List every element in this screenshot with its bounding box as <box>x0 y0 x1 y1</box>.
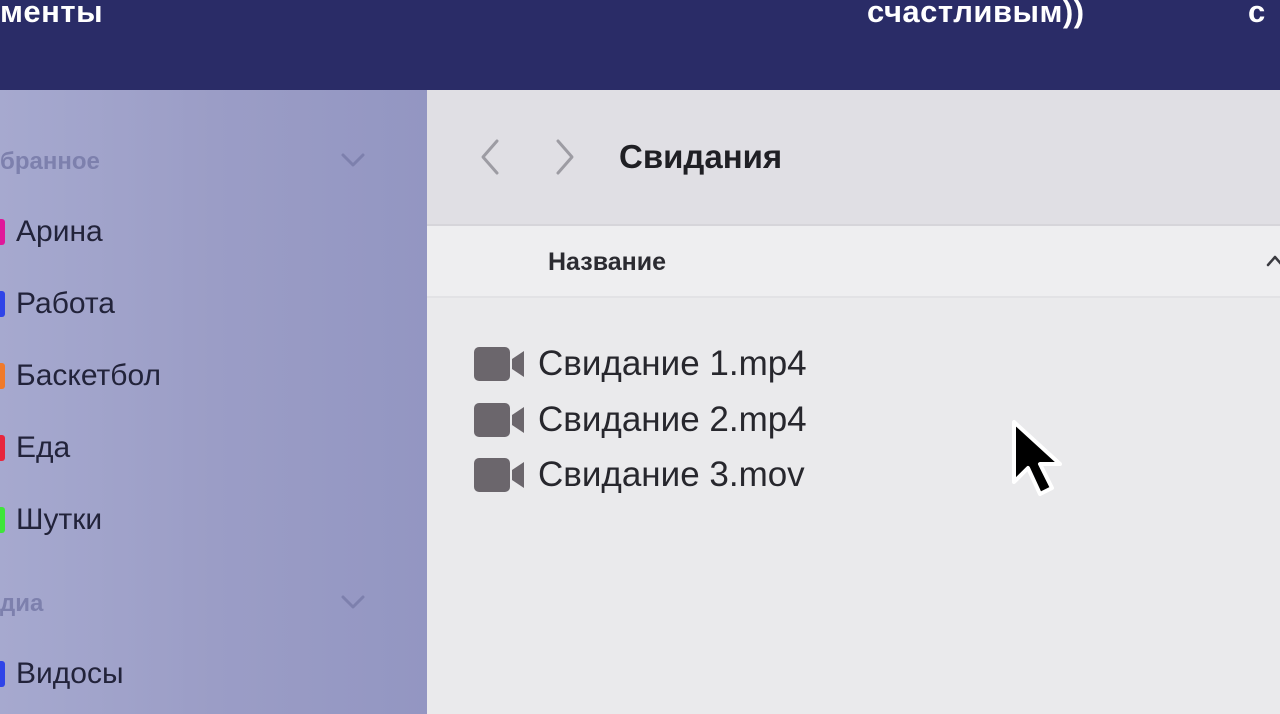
tag-color-dot <box>0 661 5 687</box>
favorites-section-header[interactable]: бранное <box>0 142 427 182</box>
video-camera-icon <box>474 347 524 381</box>
mouse-pointer-icon <box>1012 420 1062 496</box>
file-name: Свидание 2.mp4 <box>538 400 807 439</box>
banner-right-text: с <box>1248 0 1266 29</box>
sidebar-tag-eda[interactable]: Еда <box>0 426 427 470</box>
file-row[interactable]: Свидание 1.mp4 <box>472 338 972 390</box>
video-camera-icon <box>474 458 524 492</box>
column-header: Название <box>427 226 1280 298</box>
tag-color-dot <box>0 507 5 533</box>
chevron-left-icon[interactable] <box>475 137 505 177</box>
top-banner: менты счастливым)) с <box>0 0 1280 90</box>
tag-color-dot <box>0 435 5 461</box>
file-row[interactable]: Свидание 2.mp4 <box>472 394 972 446</box>
sidebar-tag-arina[interactable]: Арина <box>0 210 427 254</box>
media-section-header[interactable]: диа <box>0 584 427 624</box>
folder-title: Свидания <box>619 138 783 175</box>
banner-mid-text: счастливым)) <box>867 0 1085 29</box>
sidebar-item-label: Шутки <box>16 503 103 536</box>
file-name: Свидание 3.mov <box>538 455 805 494</box>
file-name: Свидание 1.mp4 <box>538 344 807 383</box>
tag-color-dot <box>0 219 5 245</box>
tag-color-dot <box>0 363 5 389</box>
video-camera-icon <box>474 403 524 437</box>
chevron-up-icon[interactable] <box>1265 254 1280 268</box>
finder-toolbar: Свидания <box>427 90 1280 226</box>
sidebar-tag-rabota[interactable]: Работа <box>0 282 427 326</box>
tag-color-dot <box>0 291 5 317</box>
column-name-header[interactable]: Название <box>548 244 666 280</box>
sidebar-item-label: Работа <box>16 287 115 320</box>
sidebar-item-vidosy[interactable]: Видосы <box>0 652 427 696</box>
media-section-title: диа <box>0 590 44 617</box>
chevron-down-icon[interactable] <box>340 592 366 612</box>
sidebar-item-label: Видосы <box>16 657 124 690</box>
favorites-section-title: бранное <box>0 148 100 175</box>
chevron-right-icon[interactable] <box>550 137 580 177</box>
sidebar-item-label: Еда <box>16 431 71 464</box>
banner-left-text: менты <box>0 0 104 29</box>
chevron-down-icon[interactable] <box>340 150 366 170</box>
sidebar-tag-shutki[interactable]: Шутки <box>0 498 427 542</box>
sidebar: бранное Арина Работа Баскетбол Еда Шутки… <box>0 90 427 714</box>
sidebar-tag-basketball[interactable]: Баскетбол <box>0 354 427 398</box>
file-row[interactable]: Свидание 3.mov <box>472 449 972 501</box>
finder-main: Свидания Название Свидание 1.mp4 Свидани… <box>427 90 1280 714</box>
sidebar-item-label: Баскетбол <box>16 359 161 392</box>
sidebar-item-label: Арина <box>16 215 103 248</box>
